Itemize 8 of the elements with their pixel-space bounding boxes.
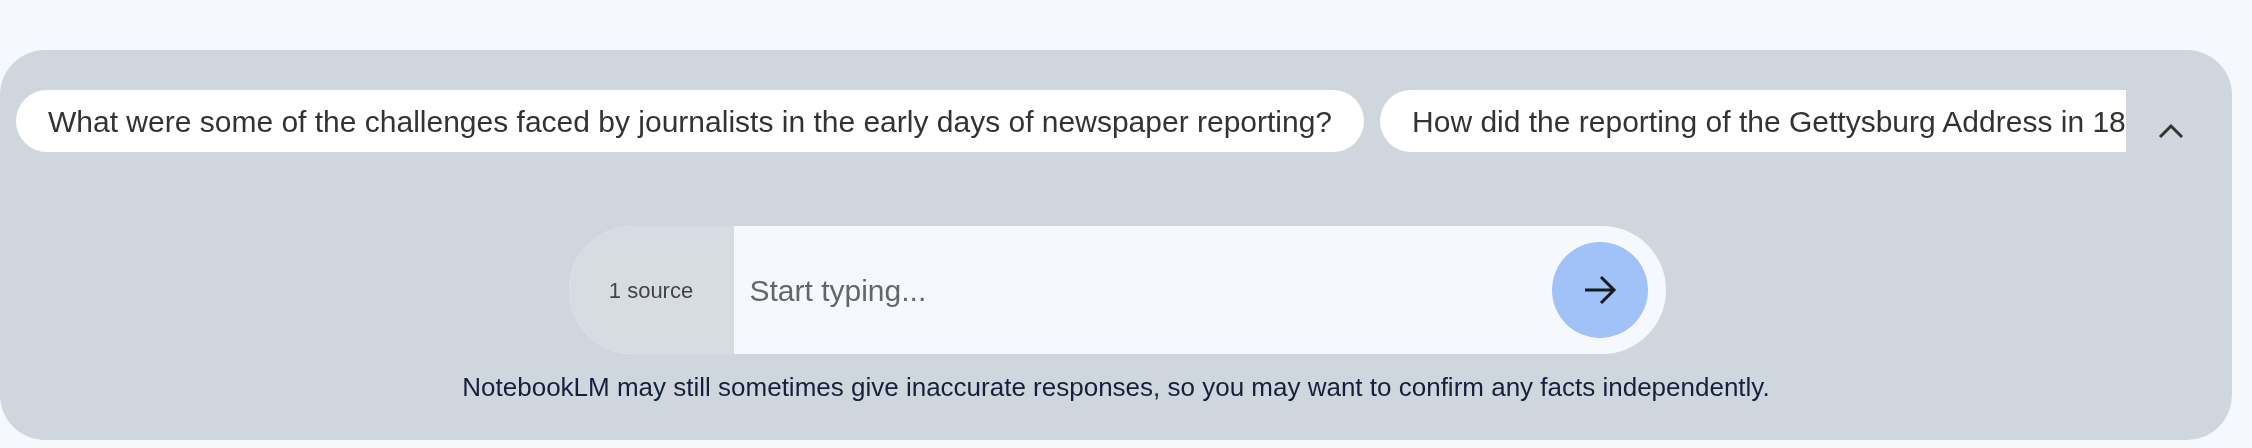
message-input[interactable]: Start typing... [733, 226, 1552, 354]
suggestion-chip[interactable]: What were some of the challenges faced by journalists in the early days of newspaper reporting? [16, 90, 1365, 152]
collapse-icon[interactable] [2157, 123, 2184, 139]
suggestion-chip[interactable]: How did the reporting of the Gettysburg Address in 18 [1380, 90, 2126, 152]
source-count[interactable]: 1 source [568, 226, 734, 354]
message-field[interactable]: 1 source Start typing... [568, 226, 1666, 354]
disclaimer-text: NotebookLM may still sometimes give inaccurate responses, so you may want to confirm any facts independently. [462, 371, 1770, 404]
arrow-right-icon [1582, 275, 1617, 305]
